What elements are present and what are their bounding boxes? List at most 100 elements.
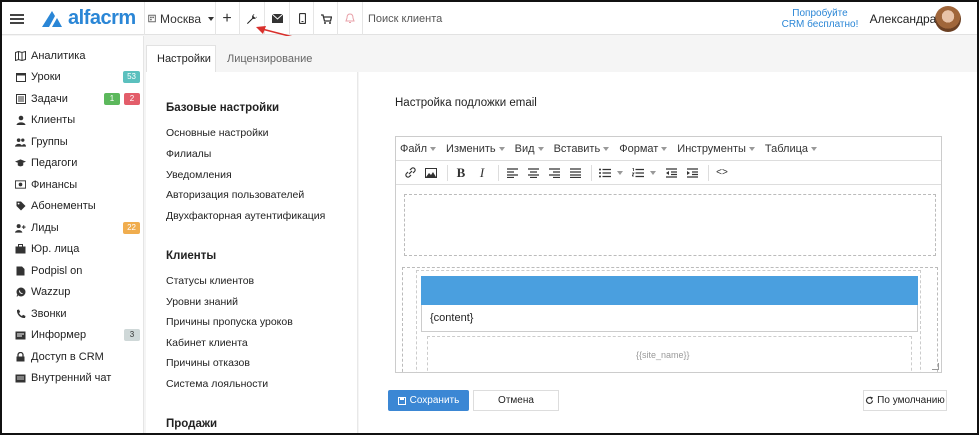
tasks-icon	[15, 93, 26, 104]
add-icon[interactable]: +	[216, 2, 238, 35]
section-title-sales: Продажи	[166, 418, 218, 430]
sidebar-item[interactable]: Доступ в CRM	[2, 346, 144, 367]
italic-icon[interactable]: I	[473, 164, 491, 182]
header-block[interactable]	[404, 194, 936, 256]
save-button[interactable]: Сохранить	[388, 390, 469, 411]
indent-icon[interactable]	[683, 164, 701, 182]
menu-item-knowledge-levels[interactable]: Уровни знаний	[166, 296, 238, 308]
editor-menu-file[interactable]: Файл	[400, 142, 437, 155]
sidebar-item[interactable]: Клиенты	[2, 110, 144, 131]
logo[interactable]: alfacrm	[40, 2, 140, 35]
source-code-icon[interactable]: <>	[713, 164, 731, 182]
editor-toolbar: B I <>	[396, 161, 941, 185]
branch-selector[interactable]: Москва	[148, 2, 214, 35]
menu-item-client-cabinet[interactable]: Кабинет клиента	[166, 337, 248, 349]
editor-menu-edit[interactable]: Изменить	[446, 143, 505, 155]
briefcase-icon	[15, 244, 26, 255]
chevron-down-icon[interactable]	[617, 170, 623, 175]
count-badge: 22	[123, 221, 140, 234]
menu-item-client-statuses[interactable]: Статусы клиентов	[166, 275, 254, 287]
image-icon[interactable]	[422, 164, 440, 182]
align-left-icon[interactable]	[503, 164, 521, 182]
count-badge: 2	[124, 92, 140, 105]
menu-item-notifications[interactable]: Уведомления	[166, 169, 232, 181]
sidebar-item[interactable]: Абонементы	[2, 196, 144, 217]
bell-icon[interactable]	[339, 2, 361, 35]
sidebar-item-label: Уроки	[31, 71, 61, 83]
user-name[interactable]: Александра	[870, 2, 937, 35]
chevron-down-icon	[661, 146, 668, 151]
chevron-down-icon	[498, 146, 505, 151]
align-center-icon[interactable]	[524, 164, 542, 182]
outdent-icon[interactable]	[662, 164, 680, 182]
reset-default-button[interactable]: По умолчанию	[863, 390, 947, 411]
top-bar: alfacrm Москва + Поиск клиента Попробуйт…	[2, 2, 977, 35]
sidebar-item-label: Доступ в CRM	[31, 350, 104, 363]
avatar[interactable]	[934, 2, 962, 35]
sidebar-item[interactable]: Внутренний чат	[2, 368, 144, 389]
info-icon	[15, 330, 26, 341]
settings-menu: Базовые настройки Основные настройки Фил…	[146, 72, 358, 433]
cancel-button[interactable]: Отмена	[473, 390, 559, 411]
editor-menu-tools[interactable]: Инструменты	[677, 143, 755, 155]
editor-menu-format[interactable]: Формат	[619, 143, 668, 155]
menu-item-refusal-reasons[interactable]: Причины отказов	[166, 357, 250, 369]
promo-line-1: Попробуйте	[792, 7, 848, 19]
tab-settings[interactable]: Настройки	[146, 45, 216, 72]
numbered-list-icon[interactable]	[629, 164, 647, 182]
sidebar-item[interactable]: Podpisl on	[2, 260, 144, 281]
bold-icon[interactable]: B	[452, 164, 470, 182]
editor-menu-table[interactable]: Таблица	[765, 143, 818, 155]
phone-icon	[15, 308, 26, 319]
content-placeholder[interactable]: {content}	[421, 305, 918, 332]
promo-link[interactable]: Попробуйте CRM бесплатно!	[772, 2, 868, 35]
editor-menu-label: Изменить	[446, 142, 496, 155]
sidebar-item-label: Информер	[31, 329, 87, 341]
footer-variable: {{site_name}}	[636, 350, 690, 360]
sidebar-item[interactable]: Лиды 22	[2, 217, 144, 238]
chevron-down-icon	[811, 146, 818, 151]
tab-licensing[interactable]: Лицензирование	[217, 45, 322, 72]
menu-item-2fa[interactable]: Двухфакторная аутентификация	[166, 210, 325, 222]
menu-item-branches[interactable]: Филиалы	[166, 148, 211, 160]
building-icon	[148, 14, 156, 23]
editor-menu-view[interactable]: Вид	[515, 143, 544, 155]
sidebar-item[interactable]: Аналитика	[2, 45, 144, 66]
editor-body[interactable]: {content} {{site_name}}	[396, 185, 941, 372]
sidebar-item[interactable]: Задачи 1 2	[2, 88, 144, 109]
menu-item-general[interactable]: Основные настройки	[166, 127, 268, 139]
sidebar-item[interactable]: Юр. лица	[2, 239, 144, 260]
user-icon	[15, 115, 26, 126]
editor-menu-insert[interactable]: Вставить	[554, 143, 610, 155]
sidebar-item[interactable]: Группы	[2, 131, 144, 152]
menu-item-auth[interactable]: Авторизация пользователей	[166, 189, 304, 201]
chevron-down-icon[interactable]	[650, 170, 656, 175]
editor-menu-label: Вид	[514, 142, 535, 155]
sidebar-item[interactable]: Финансы	[2, 174, 144, 195]
menu-item-absence-reasons[interactable]: Причины пропуска уроков	[166, 316, 293, 328]
search-input[interactable]	[368, 12, 648, 25]
sidebar-item-label: Wazzup	[31, 286, 71, 298]
sidebar-item[interactable]: Уроки 53	[2, 67, 144, 88]
chat-icon	[15, 373, 26, 384]
link-icon[interactable]	[401, 164, 419, 182]
sidebar-item-label: Абонементы	[31, 200, 96, 212]
sidebar-item[interactable]: Информер 3	[2, 325, 144, 346]
sidebar-item-label: Аналитика	[31, 49, 86, 62]
sidebar-item-label: Звонки	[31, 307, 67, 320]
editor-menu-label: Файл	[400, 142, 428, 155]
menu-item-loyalty[interactable]: Система лояльности	[166, 378, 268, 390]
search-field[interactable]	[368, 2, 668, 35]
sidebar-item[interactable]: Звонки	[2, 303, 144, 324]
hamburger-menu-icon[interactable]	[8, 2, 26, 35]
sidebar-item[interactable]: Wazzup	[2, 282, 144, 303]
align-right-icon[interactable]	[545, 164, 563, 182]
bullet-list-icon[interactable]	[596, 164, 614, 182]
resize-handle[interactable]	[932, 363, 939, 370]
rich-text-editor: Файл Изменить Вид Вставить Формат Инстру…	[395, 136, 942, 373]
editor-menu-label: Инструменты	[677, 142, 746, 155]
reset-default-label: По умолчанию	[877, 395, 945, 406]
sidebar-item[interactable]: Педагоги	[2, 153, 144, 174]
count-badge: 53	[123, 71, 140, 83]
align-justify-icon[interactable]	[566, 164, 584, 182]
